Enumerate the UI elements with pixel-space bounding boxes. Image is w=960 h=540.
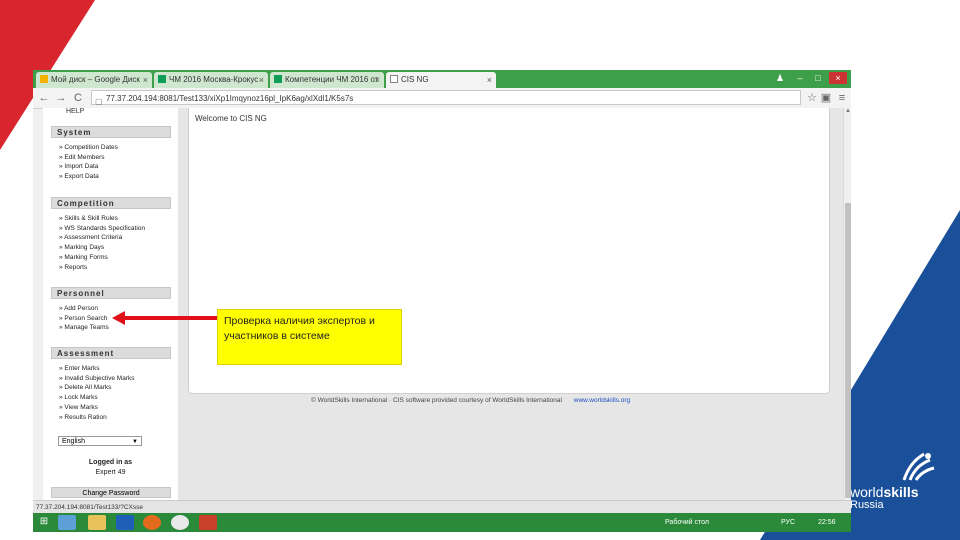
menu-item-delete-all-marks[interactable]: Delete All Marks [59,383,135,393]
tab-google-drive[interactable]: Мой диск – Google Диск × [36,72,152,88]
logo-russia-text: Russia [850,499,884,511]
user-icon[interactable]: ♟ [771,72,789,84]
chrome-icon[interactable] [171,515,189,530]
bookmark-star-icon[interactable]: ☆ [805,91,819,105]
folder-icon[interactable] [88,515,106,530]
menu-item-assessment-criteria[interactable]: Assessment Criteria [59,233,145,243]
menu-item-skills[interactable]: Skills & Skill Rules [59,214,145,224]
worldskills-emblem-icon [902,452,935,481]
minimize-button[interactable]: – [791,72,809,84]
section-assessment-header: Assessment [51,347,171,359]
tab-competencies[interactable]: Компетенции ЧМ 2016 от × [270,72,384,88]
extension-icon[interactable]: ▣ [819,91,833,105]
tab-bar: Мой диск – Google Диск × ЧМ 2016 Москва-… [33,70,851,88]
sheets-icon [158,75,166,83]
ie-icon[interactable] [58,515,76,530]
section-system-header: System [51,126,171,138]
page-info-icon: ▢ [95,97,103,106]
menu-item-view-marks[interactable]: View Marks [59,403,135,413]
logged-in-label: Logged in as [88,459,133,466]
close-icon[interactable]: × [375,72,380,88]
menu-icon[interactable]: ≡ [835,91,849,105]
help-link[interactable]: HELP [66,108,84,115]
close-icon[interactable]: × [487,72,492,88]
tab-chm-2016[interactable]: ЧМ 2016 Москва-Крокус × [154,72,268,88]
menu-item-manage-teams[interactable]: Manage Teams [59,323,108,333]
scrollbar[interactable]: ▲ [843,108,851,500]
powerpoint-icon[interactable] [199,515,217,530]
menu-item-invalid-subjective-marks[interactable]: Invalid Subjective Marks [59,374,134,384]
menu-item-enter-marks[interactable]: Enter Marks [59,364,135,374]
menu-item-ws-standards[interactable]: WS Standards Specification [59,224,145,234]
windows-taskbar: ⊞ Рабочий стол РУС 22:56 [33,513,851,532]
footer: © WorldSkills International · CIS softwa… [311,397,630,404]
pointer-arrow-icon [112,311,218,325]
close-icon[interactable]: × [259,72,264,88]
page-icon [390,75,398,83]
change-password-button[interactable]: Change Password [51,487,171,498]
callout-box: Проверка наличия экспертов и участников … [217,309,402,365]
footer-link[interactable]: www.worldskills.org [574,397,630,404]
logo-world-text: worldskills [850,484,919,500]
menu-item-import-data[interactable]: Import Data [59,162,118,172]
outlook-icon[interactable] [116,515,134,530]
back-button[interactable]: ← [37,91,51,105]
menu-item-edit-members[interactable]: Edit Members [59,153,118,163]
browser-screenshot: Мой диск – Google Диск × ЧМ 2016 Москва-… [33,70,851,532]
drive-icon [40,75,48,83]
competition-menu: Skills & Skill Rules WS Standards Specif… [59,214,145,272]
browser-toolbar: ← → C ▢ 77.37.204.194:8081/Test133/xiXp1… [33,88,851,109]
forward-button[interactable]: → [54,91,68,105]
system-menu: Competition Dates Edit Members Import Da… [59,143,118,182]
menu-item-marking-days[interactable]: Marking Days [59,243,145,253]
menu-item-export-data[interactable]: Export Data [59,172,118,182]
menu-item-person-search[interactable]: Person Search [59,314,109,324]
section-personnel-header: Personnel [51,287,171,299]
reload-button[interactable]: C [71,91,85,105]
section-competition-header: Competition [51,197,171,209]
worldskills-russia-logo: worldskills Russia [850,450,955,515]
sheets-icon [274,75,282,83]
menu-item-competition-dates[interactable]: Competition Dates [59,143,117,153]
footer-text: © WorldSkills International · CIS softwa… [311,397,562,404]
address-bar[interactable]: ▢ 77.37.204.194:8081/Test133/xiXp1Imqyno… [91,90,801,106]
maximize-button[interactable]: □ [809,72,827,84]
keyboard-language[interactable]: РУС [781,513,795,532]
scroll-up-icon[interactable]: ▲ [844,108,851,116]
status-bar: 77.37.204.194:8081/Test133/?CXsse [33,500,851,513]
close-icon[interactable]: × [143,72,148,88]
assessment-menu: Enter Marks Invalid Subjective Marks Del… [59,364,135,423]
menu-item-marking-forms[interactable]: Marking Forms [59,253,145,263]
welcome-text: Welcome to CIS NG [195,114,267,123]
language-select[interactable]: English ▼ [58,436,142,446]
personnel-menu: Add Person Person Search Manage Teams [59,304,109,333]
chevron-down-icon: ▼ [132,439,138,445]
scroll-thumb[interactable] [845,203,851,498]
close-window-button[interactable]: × [829,72,847,84]
menu-item-reports[interactable]: Reports [59,263,145,273]
menu-item-add-person[interactable]: Add Person [59,304,109,314]
menu-item-results[interactable]: Results Ration [59,413,135,423]
menu-item-lock-marks[interactable]: Lock Marks [59,393,135,403]
start-button[interactable]: ⊞ [38,516,50,528]
logged-in-user: Expert 49 [95,469,126,476]
clock[interactable]: 22:56 [818,513,836,532]
desktop-toolbar-label[interactable]: Рабочий стол [665,513,709,532]
tab-cis-ng[interactable]: CIS NG × [386,72,496,88]
firefox-icon[interactable] [143,515,161,530]
